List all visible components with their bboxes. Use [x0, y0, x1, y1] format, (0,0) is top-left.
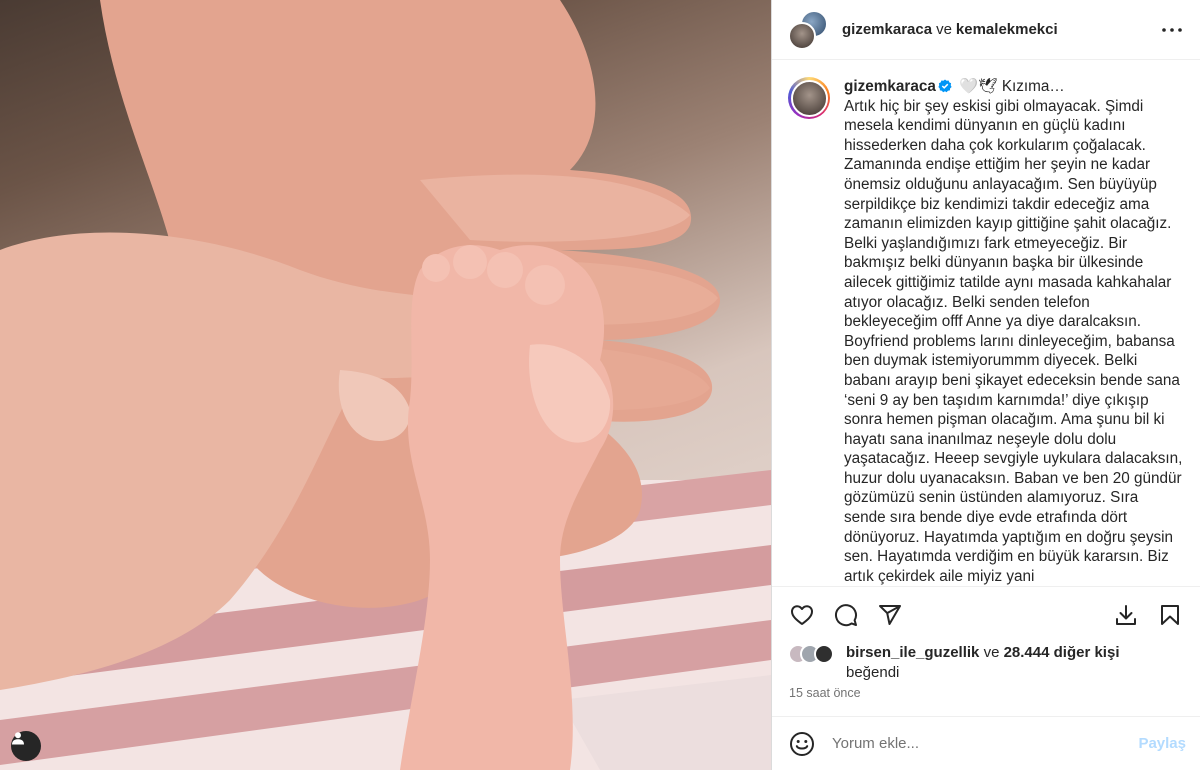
caption-text: gizemkaraca 🤍🕊 Kızıma… Artık hiç bir şey… — [844, 77, 1184, 586]
caption-username[interactable]: gizemkaraca — [844, 78, 936, 95]
collab-usernames: gizemkaraca ve kemalekmekci — [842, 21, 1160, 38]
likes-text: birsen_ile_guzellik ve 28.444 diğer kişi… — [846, 643, 1119, 683]
username-link[interactable]: kemalekmekci — [956, 21, 1058, 38]
more-options-button[interactable] — [1160, 18, 1184, 42]
bookmark-icon — [1161, 604, 1179, 625]
story-ring[interactable] — [788, 77, 830, 119]
emoji-icon — [790, 731, 814, 756]
photo-illustration — [0, 0, 771, 770]
like-button[interactable] — [788, 601, 816, 629]
avatar — [788, 21, 816, 50]
emoji-button[interactable] — [788, 730, 816, 758]
save-button[interactable] — [1156, 601, 1184, 629]
likes-suffix: beğendi — [846, 664, 900, 681]
caption-emoji: 🤍🕊 — [959, 78, 998, 95]
liker-username[interactable]: birsen_ile_guzellik — [846, 644, 979, 661]
share-button[interactable] — [876, 601, 904, 629]
more-icon — [1162, 27, 1182, 32]
post-actions — [772, 586, 1200, 642]
user-tag-icon — [12, 732, 24, 745]
comment-composer: Paylaş — [772, 716, 1200, 770]
heart-icon — [791, 604, 813, 625]
download-button[interactable] — [1112, 601, 1140, 629]
post-timestamp[interactable]: 15 saat önce — [789, 686, 861, 700]
share-icon — [879, 604, 901, 625]
conjunction-text: ve — [936, 21, 952, 38]
likes-count[interactable]: 28.444 diğer kişi — [1004, 644, 1120, 661]
collab-avatars[interactable] — [788, 9, 828, 50]
comment-button[interactable] — [832, 601, 860, 629]
comment-input[interactable] — [832, 735, 1139, 752]
likes-conjunction: ve — [983, 644, 1000, 661]
post-side-panel: gizemkaraca ve kemalekmekci gizemkaraca 🤍🕊… — [771, 0, 1200, 770]
avatar — [790, 79, 828, 117]
avatar — [814, 644, 834, 664]
comment-icon — [835, 603, 857, 626]
verified-badge-icon — [938, 79, 952, 93]
post-header: gizemkaraca ve kemalekmekci — [772, 0, 1200, 60]
liker-avatars — [788, 643, 840, 665]
post-photo[interactable] — [0, 0, 771, 770]
user-tag-button[interactable] — [11, 731, 41, 761]
download-icon — [1116, 604, 1136, 625]
caption-section: gizemkaraca 🤍🕊 Kızıma… Artık hiç bir şey… — [772, 61, 1200, 586]
likes-summary: birsen_ile_guzellik ve 28.444 diğer kişi… — [788, 643, 1184, 683]
username-link[interactable]: gizemkaraca — [842, 21, 932, 38]
post-comment-button[interactable]: Paylaş — [1138, 735, 1186, 752]
caption-body: Kızıma… Artık hiç bir şey eskisi gibi ol… — [844, 78, 1183, 585]
